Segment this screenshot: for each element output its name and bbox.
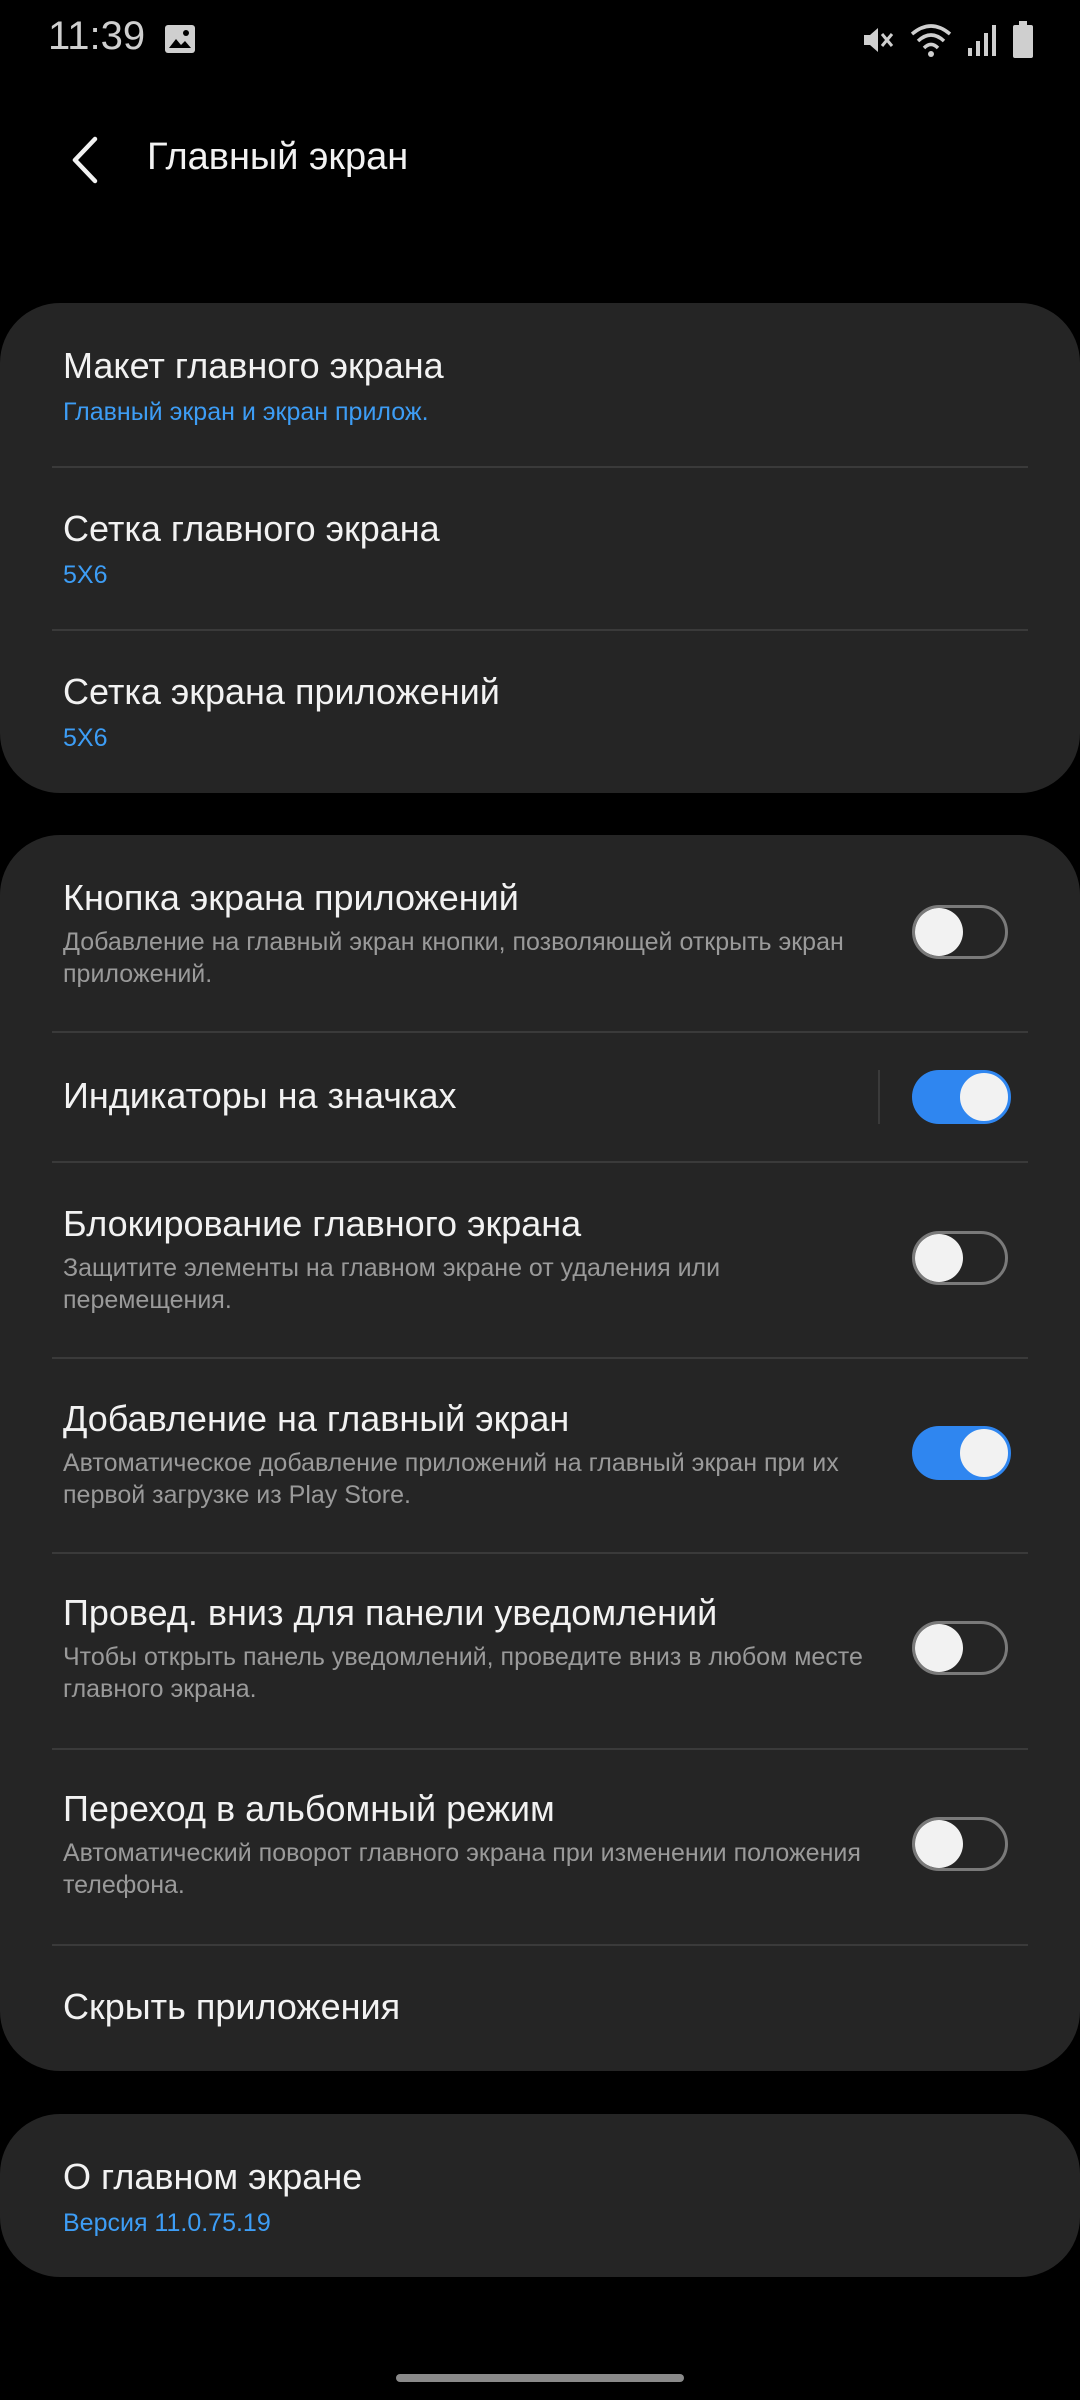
toggle-knob [915,1234,963,1282]
row-title: Сетка экрана приложений [63,671,500,712]
swipe-notifications-row[interactable]: Провед. вниз для панели уведомлений Чтоб… [0,1554,1080,1748]
toggle-knob [915,908,963,956]
row-description: Защитите элементы на главном экране от у… [63,1254,721,1314]
row-title: Блокирование главного экрана [63,1203,582,1244]
home-indicator[interactable] [396,2374,684,2382]
add-new-apps-toggle[interactable] [912,1426,1011,1480]
toggle-knob [915,1820,963,1868]
toggle-knob [957,1070,1011,1124]
row-value: 5X6 [63,561,108,589]
vertical-divider [878,1070,880,1124]
page-title: Главный экран [147,136,409,178]
wifi-icon [910,24,952,57]
badges-toggle[interactable] [912,1070,1011,1124]
battery-icon [1013,21,1033,58]
row-title: Переход в альбомный режим [63,1788,555,1829]
row-title: Кнопка экрана приложений [63,877,519,918]
row-title: Скрыть приложения [63,1986,401,2027]
toggle-settings-card: Кнопка экрана приложений Добавление на г… [0,835,1080,2071]
landscape-mode-row[interactable]: Переход в альбомный режим Автоматический… [0,1750,1080,1944]
home-grid-row[interactable]: Сетка главного экрана 5X6 [0,468,1080,629]
row-title: Сетка главного экрана [63,508,440,549]
about-card: О главном экране Версия 11.0.75.19 [0,2114,1080,2277]
lock-layout-row[interactable]: Блокирование главного экрана Защитите эл… [0,1163,1080,1357]
lock-layout-toggle[interactable] [912,1231,1008,1285]
status-time: 11:39 [48,14,146,58]
row-title: О главном экране [63,2156,363,2197]
apps-button-row[interactable]: Кнопка экрана приложений Добавление на г… [0,835,1080,1031]
row-description: Чтобы открыть панель уведомлений, провед… [63,1643,863,1703]
image-icon [165,25,195,53]
status-icons [860,20,1034,60]
row-description: Автоматическое добавление приложений на … [63,1449,839,1509]
mute-icon [864,28,894,52]
apps-grid-row[interactable]: Сетка экрана приложений 5X6 [0,631,1080,793]
signal-icon [968,25,996,56]
row-title: Добавление на главный экран [63,1398,570,1439]
back-button[interactable] [54,130,114,190]
app-header: Главный экран [0,120,1080,200]
layout-home-screen-row[interactable]: Макет главного экрана Главный экран и эк… [0,303,1080,466]
row-description: Автоматический поворот главного экрана п… [63,1839,861,1899]
chevron-left-icon [72,136,98,184]
apps-button-toggle[interactable] [912,905,1008,959]
row-value: Главный экран и экран прилож. [63,398,429,426]
toggle-knob [957,1426,1011,1480]
row-title: Провед. вниз для панели уведомлений [63,1592,718,1633]
hide-apps-row[interactable]: Скрыть приложения [0,1946,1080,2071]
swipe-notifications-toggle[interactable] [912,1621,1008,1675]
layout-settings-card: Макет главного экрана Главный экран и эк… [0,303,1080,793]
row-value: 5X6 [63,724,108,752]
landscape-mode-toggle[interactable] [912,1817,1008,1871]
add-new-apps-row[interactable]: Добавление на главный экран Автоматическ… [0,1359,1080,1552]
about-home-screen-row[interactable]: О главном экране Версия 11.0.75.19 [0,2114,1080,2277]
status-bar: 11:39 [0,0,1080,80]
badges-row[interactable]: Индикаторы на значках [0,1033,1080,1161]
row-title: Макет главного экрана [63,345,444,386]
toggle-knob [915,1624,963,1672]
row-title: Индикаторы на значках [63,1075,457,1116]
row-description: Добавление на главный экран кнопки, позв… [63,928,844,988]
version-text: Версия 11.0.75.19 [63,2209,271,2237]
